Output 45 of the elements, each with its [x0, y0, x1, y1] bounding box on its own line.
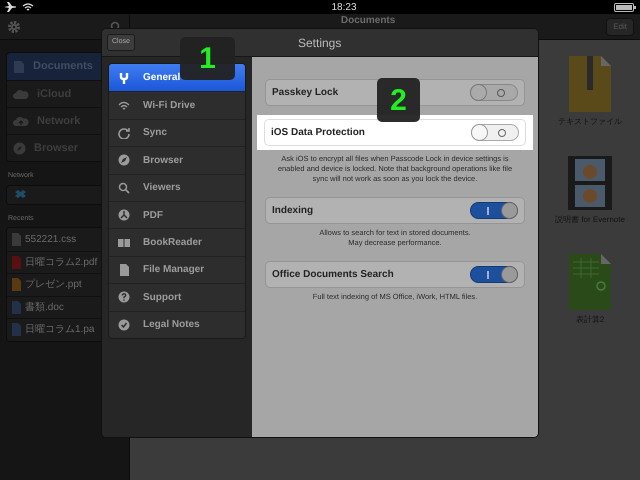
compass-icon [118, 154, 130, 166]
document-icon [13, 60, 25, 74]
wifi-icon [118, 100, 130, 112]
film-strip-icon [568, 156, 612, 210]
help-icon [118, 291, 130, 304]
zip-file-icon [569, 56, 611, 112]
compass-icon [13, 142, 26, 154]
search-icon [118, 182, 130, 194]
settings-category[interactable]: Legal Notes [109, 310, 245, 338]
book-icon [118, 236, 130, 249]
file-icon [12, 278, 21, 292]
check-icon [118, 318, 130, 331]
settings-category[interactable]: Sync [109, 118, 245, 146]
settings-category[interactable]: BookReader [109, 228, 245, 256]
toolbar-title: Documents [340, 15, 396, 27]
settings-category[interactable]: Browser [109, 146, 245, 174]
settings-category[interactable]: File Manager [109, 256, 245, 284]
sync-icon [118, 126, 130, 139]
settings-category[interactable]: Wi-Fi Drive [109, 91, 245, 119]
file-icon [12, 232, 21, 246]
wrench-icon [118, 72, 130, 84]
toggle-switch[interactable] [471, 124, 519, 141]
clock-time: 18:23 [331, 0, 357, 14]
cloud-icon [13, 88, 29, 100]
spreadsheet-file-icon [569, 254, 611, 310]
settings-icon[interactable] [7, 20, 21, 34]
toggle-switch[interactable] [470, 266, 518, 283]
settings-category[interactable]: Support [109, 283, 245, 311]
settings-row: Office Documents Search [265, 261, 525, 288]
battery-icon [614, 2, 636, 12]
settings-category[interactable]: PDF [109, 200, 245, 228]
modal-title: Settings [298, 34, 342, 52]
file-icon [12, 256, 21, 269]
toggle-switch[interactable] [470, 84, 518, 101]
step-number-badge: 2 [377, 78, 420, 122]
file-icon [12, 300, 21, 314]
airplane-icon [4, 2, 16, 12]
cloud-upload-icon [13, 116, 29, 126]
toggle-switch[interactable] [470, 202, 518, 219]
settings-category[interactable]: Viewers [109, 174, 245, 201]
settings-row: iOS Data Protection [264, 119, 526, 146]
wifi-icon [22, 2, 34, 12]
settings-row: Indexing [265, 197, 525, 224]
file-icon [12, 323, 21, 336]
step-number-badge: 1 [180, 37, 235, 80]
